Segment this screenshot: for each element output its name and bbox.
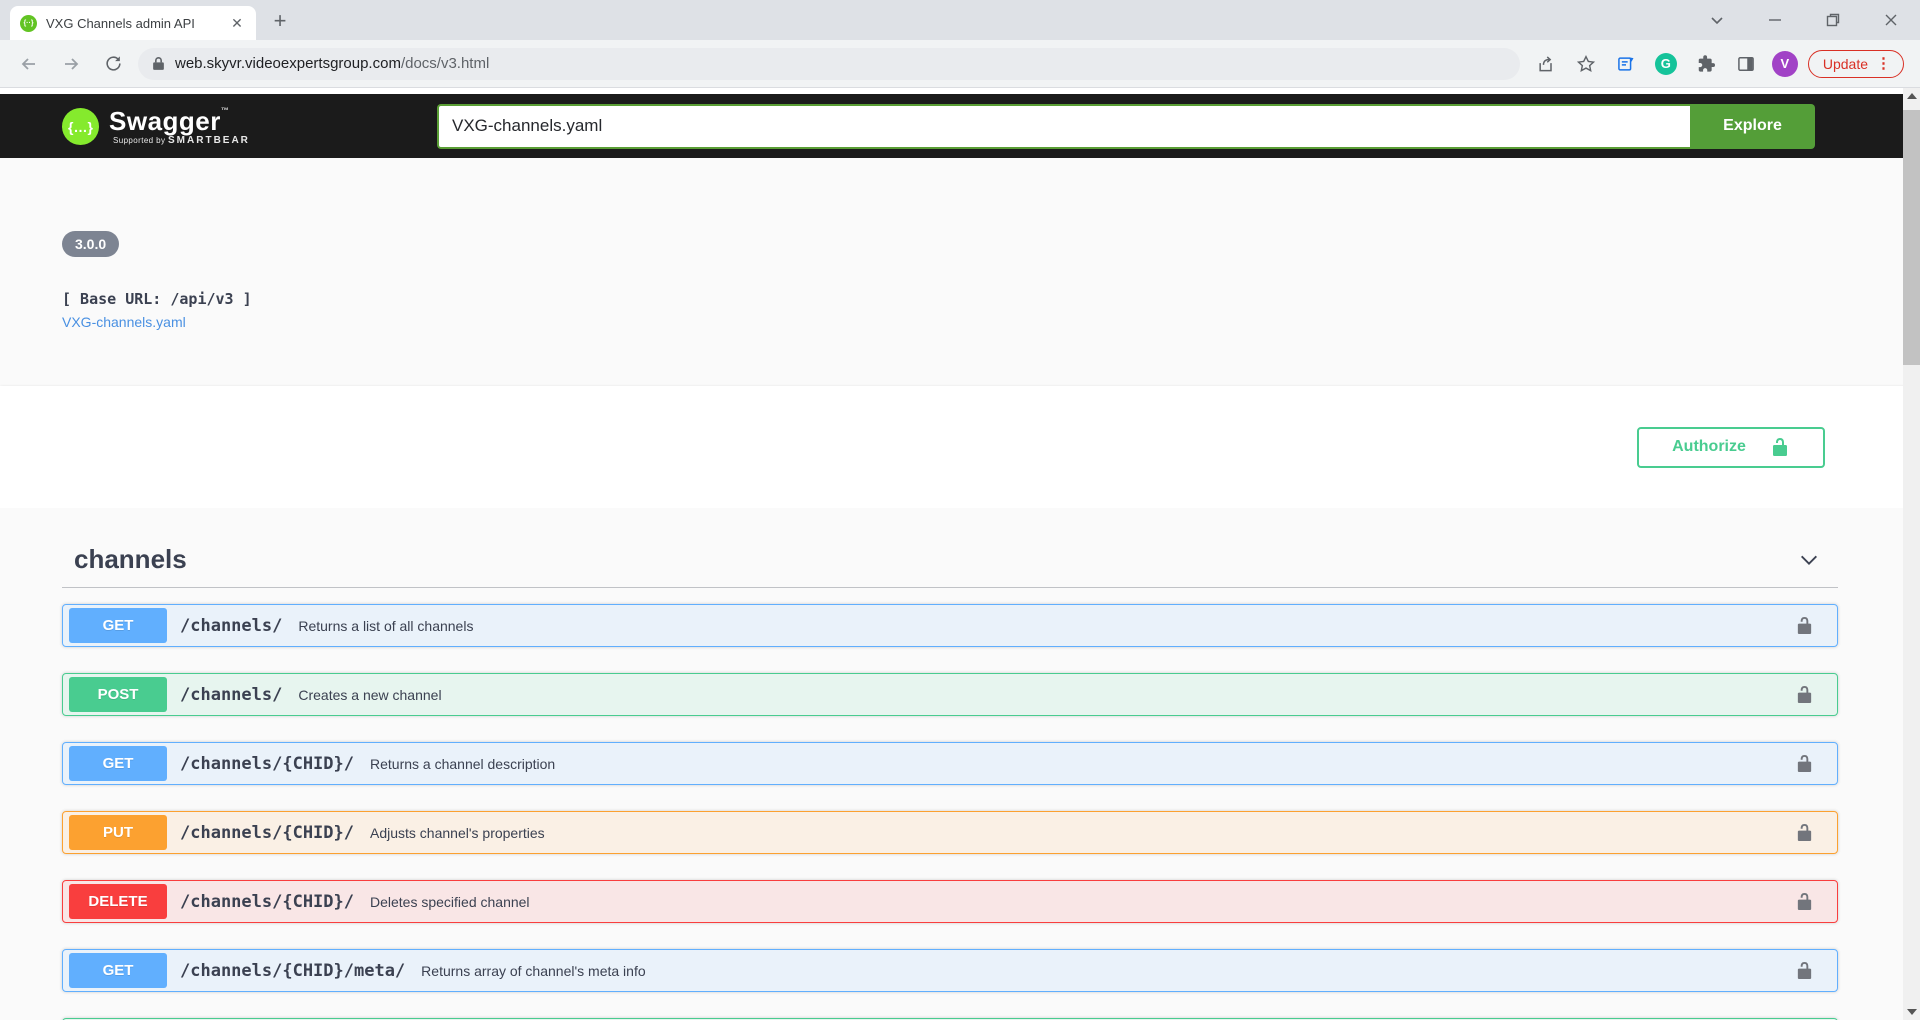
operation-path[interactable]: /channels/ bbox=[180, 685, 282, 705]
operation-row-get-channel[interactable]: GET /channels/{CHID}/ Returns a channel … bbox=[62, 742, 1838, 785]
side-panel-icon[interactable] bbox=[1729, 47, 1763, 81]
tab-search-chevron-icon[interactable] bbox=[1688, 0, 1746, 40]
lock-open-icon[interactable] bbox=[1787, 747, 1821, 781]
chevron-down-icon[interactable] bbox=[1798, 549, 1820, 571]
operation-path[interactable]: /channels/{CHID}/meta/ bbox=[180, 961, 405, 981]
window-minimize-button[interactable] bbox=[1746, 0, 1804, 40]
operation-row-delete-channel[interactable]: DELETE /channels/{CHID}/ Deletes specifi… bbox=[62, 880, 1838, 923]
window-close-button[interactable] bbox=[1862, 0, 1920, 40]
forward-icon[interactable] bbox=[55, 48, 87, 80]
operation-description: Returns array of channel's meta info bbox=[421, 963, 645, 979]
operation-path[interactable]: /channels/{CHID}/ bbox=[180, 823, 354, 843]
scrollbar-down-arrow[interactable] bbox=[1903, 1004, 1920, 1020]
chrome-update-button[interactable]: Update ⋮ bbox=[1808, 50, 1904, 78]
operation-path[interactable]: /channels/{CHID}/ bbox=[180, 892, 354, 912]
browser-toolbar: web.skyvr.videoexpertsgroup.com/docs/v3.… bbox=[0, 40, 1920, 88]
new-tab-button[interactable]: + bbox=[266, 8, 294, 36]
tab-title: VXG Channels admin API bbox=[46, 16, 211, 31]
operation-description: Deletes specified channel bbox=[370, 894, 530, 910]
operation-description: Returns a channel description bbox=[370, 756, 555, 772]
api-info-section: 3.0.0 [ Base URL: /api/v3 ] VXG-channels… bbox=[0, 158, 1920, 386]
operation-description: Returns a list of all channels bbox=[298, 618, 473, 634]
grammarly-icon[interactable]: G bbox=[1649, 47, 1683, 81]
operation-row-put-channel[interactable]: PUT /channels/{CHID}/ Adjusts channel's … bbox=[62, 811, 1838, 854]
lock-open-icon[interactable] bbox=[1787, 678, 1821, 712]
share-icon[interactable] bbox=[1529, 47, 1563, 81]
swagger-logo[interactable]: {…} Swagger™ Supported by SMARTBEAR bbox=[62, 106, 250, 146]
browser-menu-icon[interactable]: ⋮ bbox=[1868, 56, 1899, 71]
window-restore-button[interactable] bbox=[1804, 0, 1862, 40]
operation-path[interactable]: /channels/ bbox=[180, 616, 282, 636]
url-bar[interactable]: web.skyvr.videoexpertsgroup.com/docs/v3.… bbox=[138, 48, 1520, 80]
method-badge: DELETE bbox=[69, 884, 167, 919]
swagger-page: {…} Swagger™ Supported by SMARTBEAR Expl… bbox=[0, 88, 1920, 1019]
lock-open-icon[interactable] bbox=[1787, 816, 1821, 850]
page-scrollbar[interactable] bbox=[1903, 88, 1920, 1020]
lock-open-icon[interactable] bbox=[1787, 885, 1821, 919]
method-badge: GET bbox=[69, 953, 167, 988]
extensions-puzzle-icon[interactable] bbox=[1689, 47, 1723, 81]
operation-description: Adjusts channel's properties bbox=[370, 825, 545, 841]
ssl-lock-icon bbox=[152, 56, 165, 71]
tag-header-channels[interactable]: channels bbox=[62, 544, 1838, 588]
operations-section: channels GET /channels/ Returns a list o… bbox=[0, 508, 1920, 1020]
operation-description: Creates a new channel bbox=[298, 687, 441, 703]
swagger-logo-icon: {…} bbox=[62, 108, 99, 145]
method-badge: GET bbox=[69, 746, 167, 781]
reading-list-icon[interactable] bbox=[1609, 47, 1643, 81]
url-text: web.skyvr.videoexpertsgroup.com/docs/v3.… bbox=[175, 55, 489, 72]
scrollbar-up-arrow[interactable] bbox=[1903, 88, 1920, 104]
operation-path[interactable]: /channels/{CHID}/ bbox=[180, 754, 354, 774]
authorize-button[interactable]: Authorize bbox=[1637, 427, 1825, 468]
profile-avatar[interactable]: V bbox=[1772, 51, 1798, 77]
lock-open-icon[interactable] bbox=[1787, 954, 1821, 988]
method-badge: GET bbox=[69, 608, 167, 643]
swagger-favicon-icon: {··} bbox=[20, 15, 37, 32]
bookmark-star-icon[interactable] bbox=[1569, 47, 1603, 81]
tab-close-icon[interactable]: ✕ bbox=[228, 14, 246, 32]
scrollbar-thumb[interactable] bbox=[1903, 110, 1920, 365]
swagger-topbar: {…} Swagger™ Supported by SMARTBEAR Expl… bbox=[0, 94, 1920, 158]
operation-row-get-channel-meta[interactable]: GET /channels/{CHID}/meta/ Returns array… bbox=[62, 949, 1838, 992]
method-badge: PUT bbox=[69, 815, 167, 850]
lock-open-icon[interactable] bbox=[1787, 609, 1821, 643]
spec-file-link[interactable]: VXG-channels.yaml bbox=[62, 314, 1920, 330]
version-badge: 3.0.0 bbox=[62, 231, 119, 257]
swagger-logo-title: Swagger™ bbox=[109, 106, 250, 137]
refresh-icon[interactable] bbox=[97, 48, 129, 80]
unlock-icon bbox=[1770, 437, 1790, 457]
browser-tab-strip: {··} VXG Channels admin API ✕ + bbox=[0, 0, 1920, 40]
base-url-text: [ Base URL: /api/v3 ] bbox=[62, 290, 1920, 308]
tag-title: channels bbox=[74, 544, 187, 575]
browser-tab[interactable]: {··} VXG Channels admin API ✕ bbox=[10, 6, 256, 40]
method-badge: POST bbox=[69, 677, 167, 712]
operation-row-get-channels[interactable]: GET /channels/ Returns a list of all cha… bbox=[62, 604, 1838, 647]
scheme-container: Authorize bbox=[0, 386, 1920, 508]
explore-button[interactable]: Explore bbox=[1690, 104, 1815, 149]
swagger-logo-subtitle: Supported by SMARTBEAR bbox=[109, 135, 250, 146]
spec-url-input[interactable] bbox=[437, 104, 1690, 149]
operation-row-post-channels[interactable]: POST /channels/ Creates a new channel bbox=[62, 673, 1838, 716]
back-icon[interactable] bbox=[13, 48, 45, 80]
